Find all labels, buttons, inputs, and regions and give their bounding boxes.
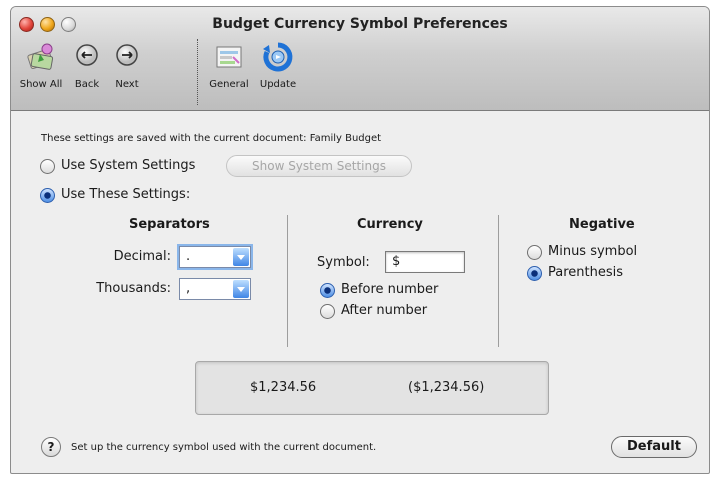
document-name: Family Budget: [309, 133, 382, 144]
update-icon: [263, 42, 293, 72]
popup-arrow-icon: [233, 280, 249, 298]
after-number-label[interactable]: After number: [341, 303, 427, 318]
column-divider-left: [287, 215, 288, 347]
minus-symbol-radio[interactable]: [527, 245, 542, 260]
next-button[interactable]: Next: [105, 41, 149, 90]
general-icon: [216, 46, 242, 68]
help-icon[interactable]: ?: [41, 437, 61, 457]
currency-heading: Currency: [357, 217, 423, 232]
minus-symbol-label[interactable]: Minus symbol: [548, 244, 637, 259]
symbol-field[interactable]: $: [385, 251, 465, 273]
show-all-label: Show All: [19, 79, 63, 90]
saved-with-info: These settings are saved with the curren…: [41, 133, 381, 144]
toolbar-separator: [197, 39, 198, 105]
use-system-settings-radio[interactable]: [40, 159, 55, 174]
update-button[interactable]: Update: [255, 41, 301, 90]
decimal-label: Decimal:: [113, 249, 171, 264]
preview-negative: ($1,234.56): [408, 380, 485, 395]
saved-with-label: These settings are saved with the curren…: [41, 133, 307, 144]
thousands-value: ,: [186, 281, 191, 296]
next-label: Next: [115, 79, 139, 90]
show-all-icon: [27, 43, 54, 70]
parenthesis-radio[interactable]: [527, 266, 542, 281]
decimal-popup[interactable]: .: [179, 246, 251, 268]
decimal-value: .: [186, 249, 191, 264]
show-all-button[interactable]: Show All: [19, 41, 63, 90]
show-system-settings-button[interactable]: Show System Settings: [226, 155, 412, 177]
back-icon: [76, 44, 98, 66]
after-number-radio[interactable]: [320, 304, 335, 319]
back-label: Back: [74, 79, 100, 90]
parenthesis-label[interactable]: Parenthesis: [548, 265, 623, 280]
preferences-content: These settings are saved with the curren…: [11, 111, 709, 473]
general-button[interactable]: General: [201, 41, 257, 90]
before-number-radio[interactable]: [320, 283, 335, 298]
help-text: Set up the currency symbol used with the…: [71, 442, 377, 453]
thousands-label: Thousands:: [96, 281, 171, 296]
default-button[interactable]: Default: [611, 436, 697, 458]
before-number-label[interactable]: Before number: [341, 282, 438, 297]
column-divider-right: [498, 215, 499, 347]
back-button[interactable]: Back: [67, 41, 107, 90]
popup-arrow-icon: [233, 248, 249, 266]
window-title: Budget Currency Symbol Preferences: [212, 16, 508, 32]
symbol-label: Symbol:: [317, 255, 370, 270]
preferences-window: Budget Currency Symbol Preferences Show …: [10, 6, 710, 474]
next-icon: [116, 44, 138, 66]
negative-heading: Negative: [569, 217, 635, 232]
separators-heading: Separators: [129, 217, 210, 232]
thousands-popup[interactable]: ,: [179, 278, 251, 300]
use-system-settings-label[interactable]: Use System Settings: [61, 158, 195, 173]
general-label: General: [209, 79, 249, 90]
title-toolbar: Budget Currency Symbol Preferences Show …: [11, 7, 709, 111]
preview-positive: $1,234.56: [250, 380, 317, 395]
update-label: Update: [259, 79, 297, 90]
use-these-settings-label[interactable]: Use These Settings:: [61, 187, 190, 202]
format-preview-box: $1,234.56 ($1,234.56): [195, 361, 549, 415]
use-these-settings-radio[interactable]: [40, 188, 55, 203]
